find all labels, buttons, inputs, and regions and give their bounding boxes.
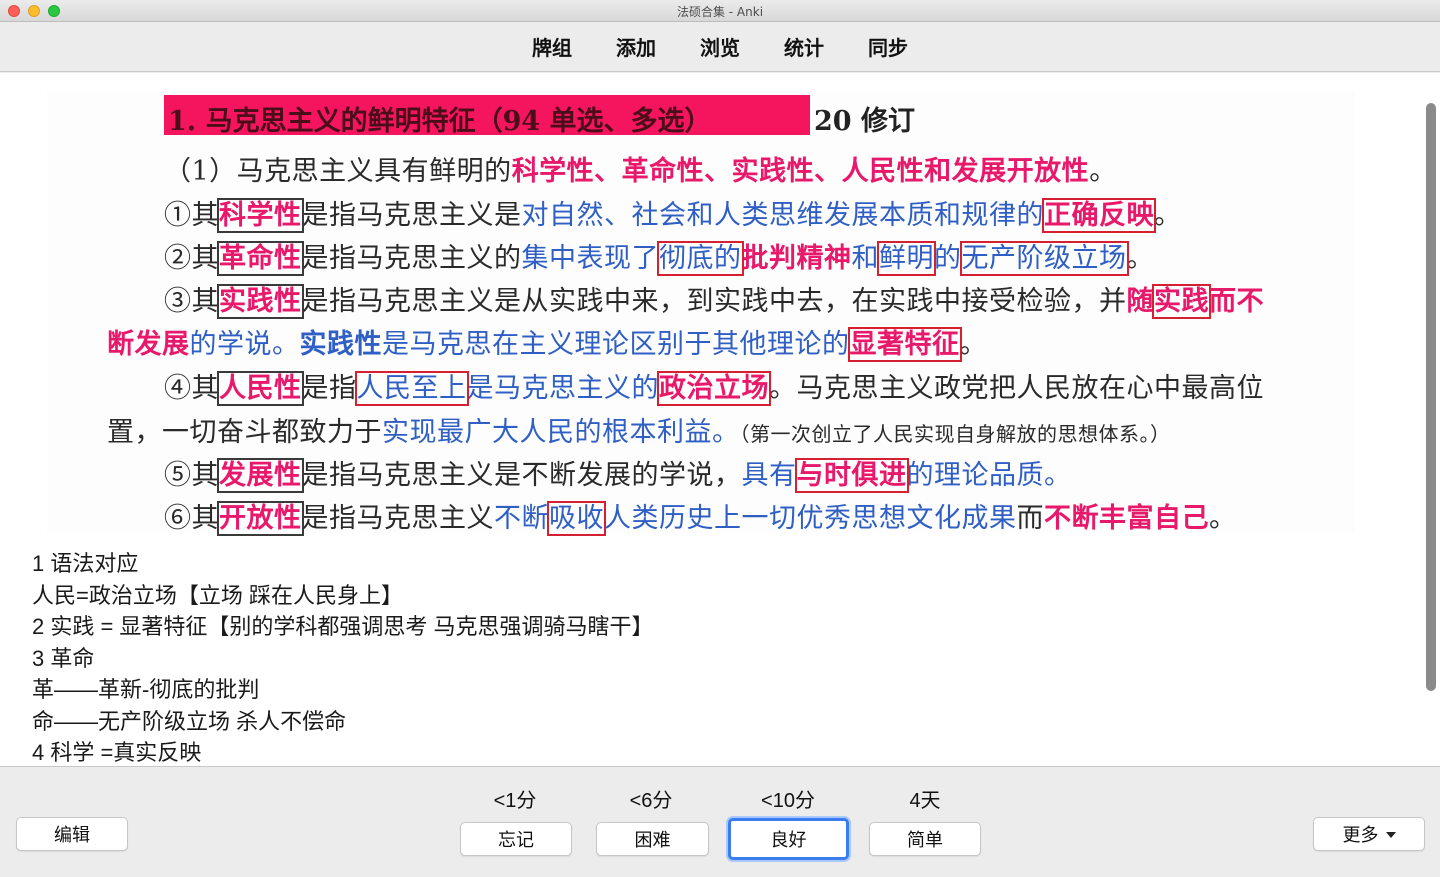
- note-image: 1. 马克思主义的鲜明特征（94 单选、多选） 20 修订 （1）马克思主义具有…: [47, 91, 1355, 536]
- ease-again-interval: <1分: [493, 790, 537, 812]
- ease-easy-interval: 4天: [909, 790, 941, 812]
- toolbar-decks[interactable]: 牌组: [510, 32, 594, 61]
- note-line-practice: ③其实践性是指马克思主义是从实践中来，到实践中去，在实践中接受检验，并随实践而不: [164, 284, 1264, 319]
- ease-easy-button[interactable]: 简单: [869, 822, 981, 856]
- edit-button[interactable]: 编辑: [16, 817, 128, 851]
- answer-line: 革——革新-彻底的批判: [32, 677, 260, 702]
- note-line-development: ⑤其发展性是指马克思主义是不断发展的学说，具有与时俱进的理论品质。: [164, 458, 1072, 493]
- ease-good-button[interactable]: 良好: [728, 818, 849, 860]
- note-line-practice-cont: 断发展的学说。实践性是马克思在主义理论区别于其他理论的显著特征。: [107, 327, 987, 362]
- ease-good-interval: <10分: [761, 790, 815, 812]
- more-button[interactable]: 更多: [1313, 817, 1425, 851]
- answer-line: 命——无产阶级立场 杀人不偿命: [32, 708, 347, 734]
- note-line-science: ①其科学性是指马克思主义是对自然、社会和人类思维发展本质和规律的正确反映。: [164, 198, 1182, 233]
- toolbar-browse[interactable]: 浏览: [678, 32, 762, 61]
- ease-hard-button[interactable]: 困难: [596, 822, 709, 856]
- scrollbar[interactable]: [1424, 83, 1438, 763]
- answer-line: 1 语法对应: [32, 551, 139, 576]
- ease-again-button[interactable]: 忘记: [460, 822, 572, 856]
- answer-line: 人民=政治立场【立场 踩在人民身上】: [32, 582, 403, 608]
- more-label: 更多: [1342, 825, 1379, 845]
- note-line-people: ④其人民性是指人民至上是马克思主义的政治立场。马克思主义政党把人民放在心中最高位: [164, 371, 1264, 406]
- window-title: 法硕合集 - Anki: [676, 5, 764, 19]
- scrollbar-thumb[interactable]: [1426, 103, 1436, 691]
- heading-suffix: 20 修订: [814, 106, 915, 137]
- ease-hard-interval: <6分: [629, 790, 673, 812]
- answer-line: 4 科学 =真实反映: [32, 740, 202, 765]
- note-intro: （1）马克思主义具有鲜明的科学性、革命性、实践性、人民性和发展开放性。: [164, 156, 1117, 187]
- heading-text: 1. 马克思主义的鲜明特征（94 单选、多选）: [168, 106, 712, 137]
- toolbar-stats[interactable]: 统计: [762, 32, 846, 61]
- note-line-revolution: ②其革命性是指马克思主义的集中表现了彻底的批判精神和鲜明的无产阶级立场。: [164, 241, 1154, 276]
- chevron-down-icon: [1385, 832, 1396, 838]
- review-bottom-bar: 编辑 <1分 忘记 <6分 困难 <10分 良好 4天 简单 更多: [0, 766, 1440, 877]
- title-bar: 法硕合集 - Anki: [0, 0, 1440, 22]
- answer-text: 1 语法对应 人民=政治立场【立场 踩在人民身上】 2 实践 = 显著特征【别的…: [32, 548, 654, 766]
- answer-line: 2 实践 = 显著特征【别的学科都强调思考 马克思强调骑马瞎干】: [32, 614, 654, 639]
- note-line-people-cont: 置，一切奋斗都致力于实现最广大人民的根本利益。（第一次创立了人民实现自身解放的思…: [107, 417, 1171, 448]
- toolbar-add[interactable]: 添加: [594, 32, 678, 61]
- note-line-openness: ⑥其开放性是指马克思主义不断吸收人类历史上一切优秀思想文化成果而不断丰富自己。: [164, 501, 1237, 536]
- card-view[interactable]: 1. 马克思主义的鲜明特征（94 单选、多选） 20 修订 （1）马克思主义具有…: [0, 73, 1440, 766]
- answer-line: 3 革命: [32, 645, 95, 671]
- main-toolbar: 牌组 添加 浏览 统计 同步: [0, 22, 1440, 72]
- toolbar-sync[interactable]: 同步: [846, 32, 930, 61]
